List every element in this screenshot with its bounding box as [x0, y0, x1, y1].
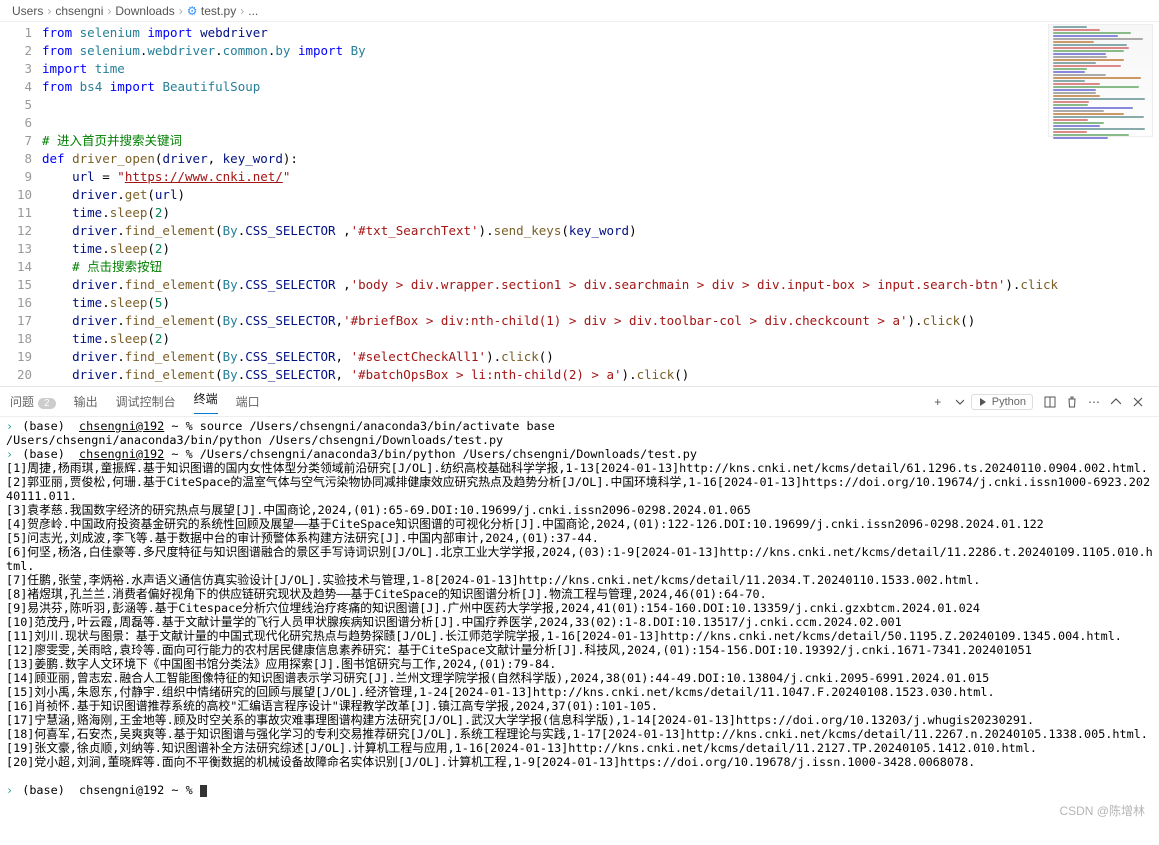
terminal-dropdown-button[interactable] [949, 391, 971, 413]
kill-terminal-button[interactable] [1061, 391, 1083, 413]
watermark: CSDN @陈增林 [1059, 802, 1145, 819]
more-actions-button[interactable]: ⋯ [1083, 391, 1105, 413]
crumb-downloads[interactable]: Downloads [115, 4, 174, 18]
panel-tabs: 问题2 输出 调试控制台 终端 端口 + Python ⋯ [0, 387, 1159, 417]
tab-output[interactable]: 输出 [74, 393, 98, 410]
tab-debug-console[interactable]: 调试控制台 [116, 393, 176, 410]
line-gutter: 1234567891011121314151617181920 [0, 22, 42, 386]
bottom-panel: 问题2 输出 调试控制台 终端 端口 + Python ⋯ › (base) c… [0, 387, 1159, 845]
crumb-users[interactable]: Users [12, 4, 43, 18]
editor[interactable]: 1234567891011121314151617181920 from sel… [0, 22, 1159, 386]
crumb-file[interactable]: test.py [201, 4, 236, 18]
tab-terminal[interactable]: 终端 [194, 390, 218, 414]
close-panel-button[interactable] [1127, 391, 1149, 413]
tab-ports[interactable]: 端口 [236, 393, 260, 410]
minimap[interactable] [1048, 24, 1153, 137]
maximize-panel-button[interactable] [1105, 391, 1127, 413]
new-terminal-button[interactable]: + [927, 391, 949, 413]
terminal-output[interactable]: › (base) chsengni@192 ~ % source /Users/… [0, 417, 1159, 845]
crumb-more[interactable]: ... [248, 4, 258, 18]
split-terminal-button[interactable] [1039, 391, 1061, 413]
launch-profile-python[interactable]: Python [971, 394, 1033, 410]
tab-problems[interactable]: 问题2 [10, 393, 56, 410]
problems-badge: 2 [38, 398, 56, 409]
code-area[interactable]: from selenium import webdriverfrom selen… [42, 22, 1058, 386]
breadcrumbs: Users› chsengni› Downloads› ⚙ test.py› .… [0, 0, 1159, 22]
crumb-user[interactable]: chsengni [55, 4, 103, 18]
